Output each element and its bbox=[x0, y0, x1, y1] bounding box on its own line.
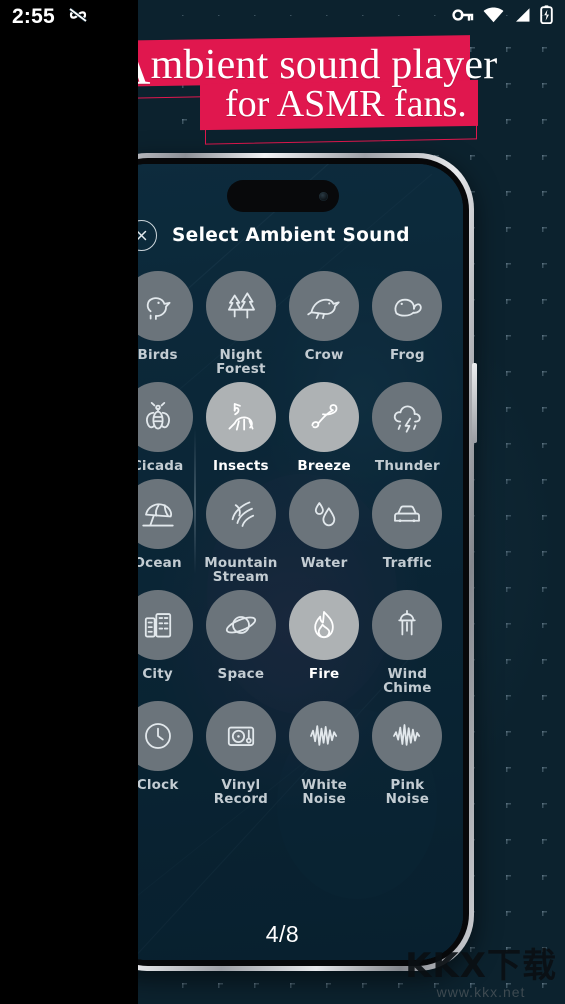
wifi-icon bbox=[483, 7, 504, 28]
pink-noise-wave-icon bbox=[393, 724, 421, 746]
frog-icon bbox=[394, 298, 423, 317]
sound-tile-label: Thunder bbox=[374, 458, 440, 474]
cicada-bug-icon bbox=[145, 402, 170, 430]
sound-tile-fire[interactable]: Fire bbox=[283, 590, 366, 695]
sound-tile-bubble bbox=[372, 271, 443, 341]
sound-tile-label: Pink Noise bbox=[385, 777, 430, 807]
sound-tile-insects[interactable]: Insects bbox=[199, 382, 282, 473]
sound-tile-bubble bbox=[205, 590, 276, 660]
battery-charging-icon bbox=[540, 5, 553, 29]
breeze-wind-icon bbox=[311, 404, 338, 429]
headline-line-2: for ASMR fans. bbox=[225, 83, 467, 125]
sound-tile-label: Breeze bbox=[297, 458, 351, 474]
fire-flame-icon bbox=[314, 611, 334, 639]
sound-tile-label: Ocean bbox=[133, 555, 182, 571]
left-black-matte bbox=[0, 0, 138, 1004]
crow-bird-icon bbox=[307, 298, 340, 319]
phone-screen: Select Ambient Sound Birds Night Forest C… bbox=[102, 164, 463, 960]
sound-tile-breeze[interactable]: Breeze bbox=[283, 382, 366, 473]
planet-saturn-icon bbox=[225, 616, 256, 634]
status-bar-left: 2:55 bbox=[12, 5, 89, 29]
sound-tile-frog[interactable]: Frog bbox=[366, 271, 449, 376]
sound-tile-traffic[interactable]: Traffic bbox=[366, 479, 449, 584]
screenshot-root: 2:55 mbient sound player for ASMR fans. … bbox=[0, 0, 565, 1004]
sound-tile-label: Cicada bbox=[131, 458, 184, 474]
sound-tile-label: White Noise bbox=[301, 777, 347, 807]
thunder-cloud-icon bbox=[394, 405, 422, 433]
page-indicator: 4/8 bbox=[265, 921, 300, 947]
water-droplets-icon bbox=[315, 502, 336, 527]
sound-tile-bubble bbox=[372, 590, 443, 660]
wind-chime-icon bbox=[398, 610, 417, 636]
vinyl-turntable-icon bbox=[227, 726, 254, 746]
status-bar: 2:55 bbox=[0, 0, 565, 34]
sound-tile-night-forest[interactable]: Night Forest bbox=[199, 271, 282, 376]
sound-tile-bubble bbox=[205, 479, 276, 549]
status-bar-right bbox=[452, 5, 553, 29]
pine-trees-icon bbox=[227, 292, 255, 319]
sound-tile-pink-noise[interactable]: Pink Noise bbox=[366, 701, 449, 806]
sound-tile-crow[interactable]: Crow bbox=[283, 271, 366, 376]
cellular-signal-icon bbox=[513, 7, 531, 28]
sound-tile-label: Traffic bbox=[382, 555, 433, 571]
sound-tile-bubble bbox=[205, 382, 276, 452]
sound-tile-mountain-stream[interactable]: Mountain Stream bbox=[199, 479, 282, 584]
sound-tile-white-noise[interactable]: White Noise bbox=[283, 701, 366, 806]
stream-waves-icon bbox=[231, 501, 254, 527]
sound-tile-bubble bbox=[372, 479, 443, 549]
sound-tile-wind-chime[interactable]: Wind Chime bbox=[366, 590, 449, 695]
sound-tile-label: Insects bbox=[213, 458, 269, 474]
sound-tile-label: Clock bbox=[136, 777, 179, 793]
status-bar-clock: 2:55 bbox=[12, 5, 55, 28]
sound-tile-bubble bbox=[372, 382, 443, 452]
sound-tile-vinyl-record[interactable]: Vinyl Record bbox=[199, 701, 282, 806]
infinity-data-saver-icon bbox=[67, 6, 89, 29]
page-title: Select Ambient Sound bbox=[172, 225, 410, 246]
sound-tile-bubble bbox=[289, 479, 360, 549]
sound-tile-label: Space bbox=[217, 666, 265, 682]
clock-icon bbox=[144, 723, 171, 749]
ambient-sound-app: Select Ambient Sound Birds Night Forest C… bbox=[102, 164, 463, 960]
sound-grid: Birds Night Forest Crow Frog Cicada Insec… bbox=[102, 271, 463, 806]
bird-chick-icon bbox=[146, 297, 171, 320]
sound-tile-label: Night Forest bbox=[216, 347, 266, 377]
sound-tile-label: Crow bbox=[304, 347, 344, 363]
sound-tile-water[interactable]: Water bbox=[283, 479, 366, 584]
sound-tile-bubble bbox=[205, 271, 276, 341]
sound-tile-label: Water bbox=[300, 555, 348, 571]
sound-tile-label: Vinyl Record bbox=[213, 777, 269, 807]
sound-tile-bubble bbox=[289, 382, 360, 452]
city-buildings-icon bbox=[144, 613, 171, 638]
sound-tile-label: City bbox=[142, 666, 173, 682]
sound-tile-bubble bbox=[205, 701, 276, 771]
sound-tile-bubble bbox=[372, 701, 443, 771]
sound-tile-label: Wind Chime bbox=[383, 666, 432, 696]
vpn-key-icon bbox=[452, 7, 474, 28]
sound-tile-bubble bbox=[289, 701, 360, 771]
car-traffic-icon bbox=[394, 505, 421, 523]
power-button[interactable] bbox=[472, 363, 477, 443]
sound-tile-bubble bbox=[289, 271, 360, 341]
sound-tile-label: Mountain Stream bbox=[204, 555, 278, 585]
app-header: Select Ambient Sound bbox=[102, 164, 463, 251]
insects-cricket-icon bbox=[228, 403, 254, 431]
sound-tile-label: Birds bbox=[137, 347, 178, 363]
sound-tile-space[interactable]: Space bbox=[199, 590, 282, 695]
sound-tile-bubble bbox=[289, 590, 360, 660]
sound-tile-thunder[interactable]: Thunder bbox=[366, 382, 449, 473]
sound-tile-label: Frog bbox=[389, 347, 425, 363]
white-noise-wave-icon bbox=[310, 725, 338, 746]
sound-tile-label: Fire bbox=[308, 666, 340, 682]
beach-umbrella-icon bbox=[141, 503, 174, 527]
phone-mockup: Select Ambient Sound Birds Night Forest C… bbox=[88, 153, 477, 971]
